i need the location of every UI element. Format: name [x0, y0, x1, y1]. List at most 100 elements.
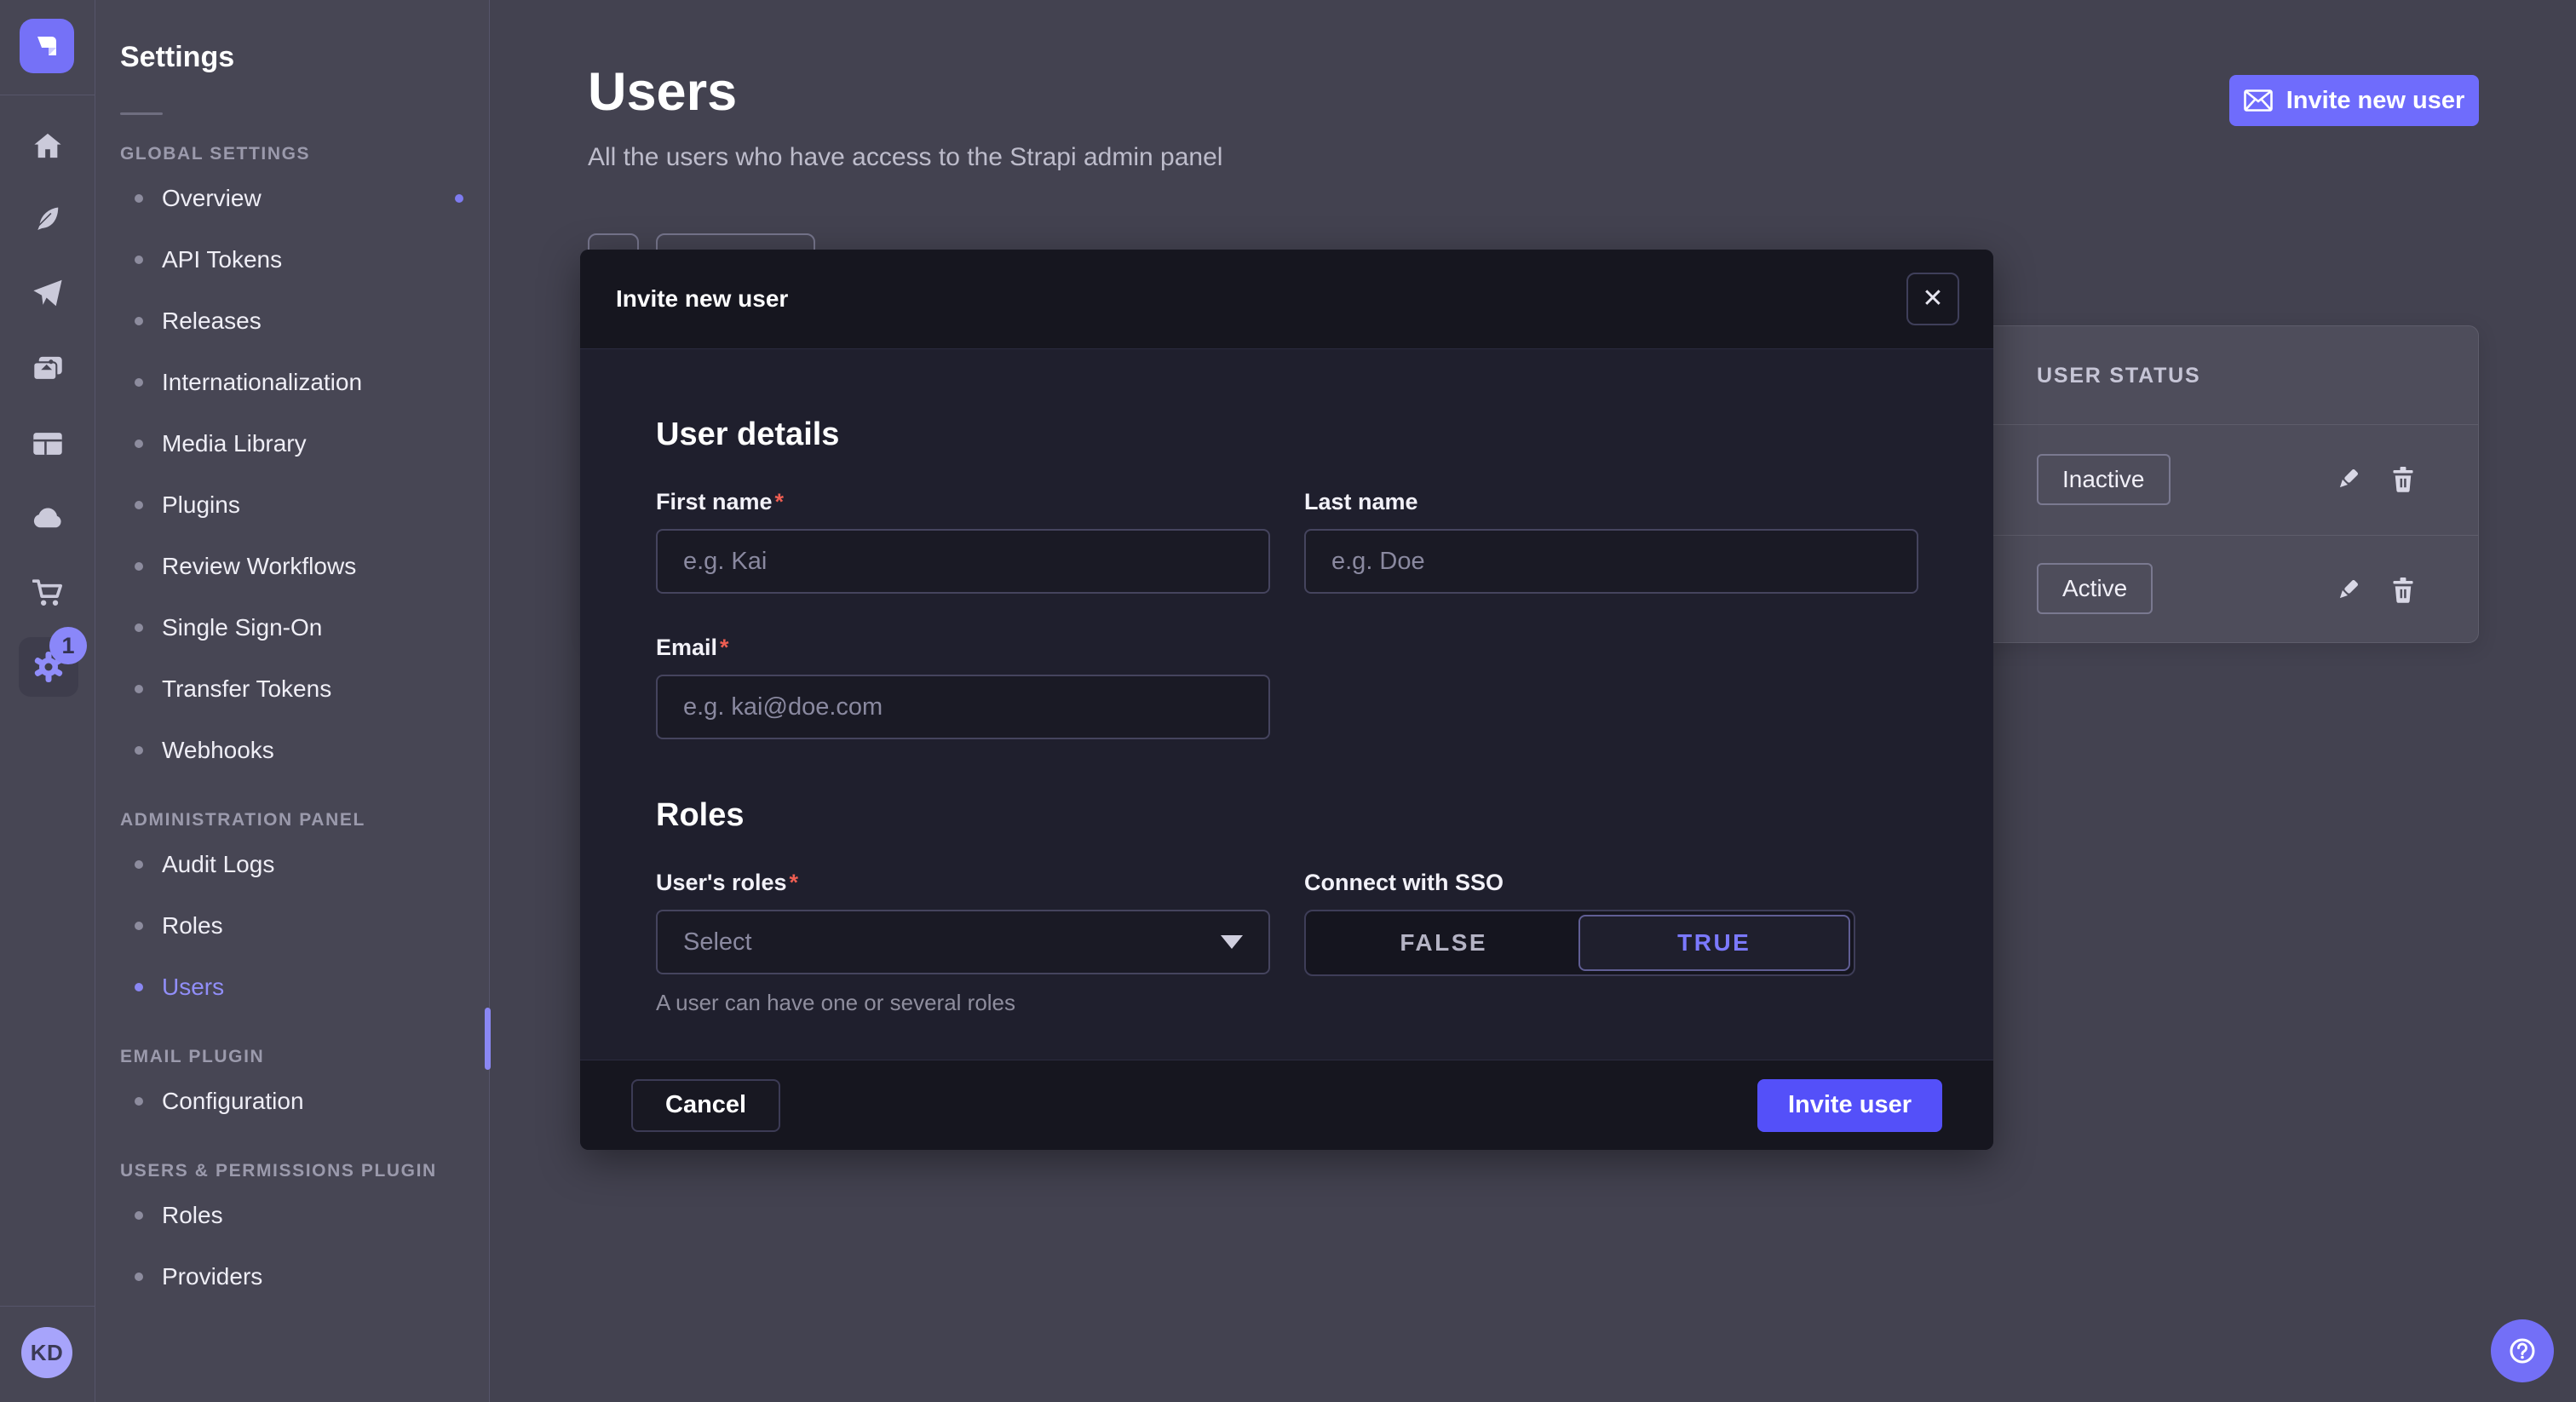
sidebar-item-admin-roles[interactable]: Roles: [95, 895, 489, 957]
bullet: [135, 922, 143, 930]
roles-select[interactable]: Select: [656, 910, 1270, 974]
sidebar-item-label: Webhooks: [162, 737, 274, 764]
home-icon: [33, 132, 62, 159]
sso-option-true[interactable]: TRUE: [1578, 915, 1851, 971]
sidebar-item-label: Overview: [162, 185, 262, 212]
delete-row-button[interactable]: [2384, 461, 2422, 498]
settings-notification-badge: 1: [49, 627, 87, 664]
edit-row-button[interactable]: [2329, 572, 2366, 609]
sidebar-item-up-roles[interactable]: Roles: [95, 1185, 489, 1246]
bullet: [135, 983, 143, 991]
strapi-admin-app: 1 KD Settings GLOBAL SETTINGS Overview A…: [0, 0, 2576, 1402]
pencil-icon: [2335, 577, 2360, 603]
user-avatar[interactable]: KD: [21, 1327, 72, 1378]
nav-home[interactable]: [0, 119, 95, 172]
sidebar-item-label: API Tokens: [162, 246, 282, 273]
nav-marketplace[interactable]: [0, 566, 95, 619]
sidebar-item-overview[interactable]: Overview: [95, 168, 489, 229]
sidebar-item-label: Releases: [162, 307, 262, 335]
section-label-global-settings: GLOBAL SETTINGS: [120, 144, 489, 166]
page-subtitle: All the users who have access to the Str…: [588, 143, 1222, 172]
required-marker: *: [790, 870, 799, 895]
column-header-user-status: USER STATUS: [2037, 364, 2201, 388]
modal-body: User details First name* Last name Email…: [580, 350, 1993, 1060]
delete-row-button[interactable]: [2384, 572, 2422, 609]
trash-icon: [2391, 467, 2415, 492]
email-field-group: Email*: [656, 635, 1270, 739]
nav-deploy[interactable]: [0, 267, 95, 319]
first-name-label: First name*: [656, 489, 1270, 515]
envelope-icon: [2244, 89, 2273, 112]
sso-label: Connect with SSO: [1304, 870, 1918, 896]
sidebar-item-releases[interactable]: Releases: [95, 290, 489, 352]
close-button[interactable]: ✕: [1906, 273, 1959, 325]
bullet: [135, 440, 143, 448]
sidebar-item-webhooks[interactable]: Webhooks: [95, 720, 489, 781]
notification-dot: [455, 194, 463, 203]
roles-label: User's roles*: [656, 870, 1270, 896]
sidebar-item-plugins[interactable]: Plugins: [95, 474, 489, 536]
roles-hint: A user can have one or several roles: [656, 990, 1270, 1016]
pencil-icon: [2335, 467, 2360, 492]
section-title-user-details: User details: [656, 417, 1918, 453]
trash-icon: [2391, 577, 2415, 603]
bullet: [135, 562, 143, 571]
edit-row-button[interactable]: [2329, 461, 2366, 498]
first-name-input[interactable]: [656, 529, 1270, 594]
required-marker: *: [720, 635, 729, 660]
sidebar-item-label: Providers: [162, 1263, 262, 1290]
sidebar-item-media-library[interactable]: Media Library: [95, 413, 489, 474]
sidebar-item-users[interactable]: Users: [95, 957, 489, 1018]
sidebar-item-internationalization[interactable]: Internationalization: [95, 352, 489, 413]
last-name-input[interactable]: [1304, 529, 1918, 594]
rail-divider-bottom: [0, 1306, 95, 1307]
nav-content-builder[interactable]: [0, 192, 95, 245]
bullet: [135, 860, 143, 869]
sidebar-item-transfer-tokens[interactable]: Transfer Tokens: [95, 658, 489, 720]
bullet: [135, 256, 143, 264]
help-icon: [2506, 1335, 2539, 1367]
close-icon: ✕: [1922, 286, 1943, 312]
invite-user-submit-button[interactable]: Invite user: [1757, 1079, 1942, 1132]
status-text: Inactive: [2062, 466, 2145, 493]
sidebar-item-configuration[interactable]: Configuration: [95, 1071, 489, 1132]
sso-option-false[interactable]: FALSE: [1309, 915, 1578, 971]
invite-new-user-label: Invite new user: [2286, 87, 2465, 115]
email-input[interactable]: [656, 675, 1270, 739]
roles-select-value: Select: [683, 928, 752, 957]
sidebar-item-label: Review Workflows: [162, 553, 356, 580]
cancel-button[interactable]: Cancel: [631, 1079, 780, 1132]
help-button[interactable]: [2491, 1319, 2554, 1382]
sidebar-item-review-workflows[interactable]: Review Workflows: [95, 536, 489, 597]
sidebar-item-label: Plugins: [162, 491, 240, 519]
settings-subnav: Settings GLOBAL SETTINGS Overview API To…: [95, 0, 490, 1402]
nav-media-library[interactable]: [0, 342, 95, 395]
invite-user-modal: Invite new user ✕ User details First nam…: [580, 250, 1993, 1150]
sidebar-item-audit-logs[interactable]: Audit Logs: [95, 834, 489, 895]
last-name-field-group: Last name: [1304, 489, 1918, 594]
bullet: [135, 317, 143, 325]
send-icon: [32, 279, 63, 307]
bullet: [135, 1211, 143, 1220]
section-title-roles: Roles: [656, 797, 1918, 834]
cart-icon: [32, 578, 63, 607]
sidebar-item-label: Single Sign-On: [162, 614, 322, 641]
sso-toggle: FALSE TRUE: [1304, 910, 1855, 976]
sidebar-item-api-tokens[interactable]: API Tokens: [95, 229, 489, 290]
nav-cloud[interactable]: [0, 492, 95, 545]
modal-header: Invite new user ✕: [580, 250, 1993, 349]
bullet: [135, 378, 143, 387]
nav-content-manager[interactable]: [0, 417, 95, 470]
invite-new-user-button[interactable]: Invite new user: [2229, 75, 2479, 126]
sidebar-item-label: Internationalization: [162, 369, 362, 396]
section-label-administration-panel: ADMINISTRATION PANEL: [120, 810, 489, 832]
cloud-icon: [32, 508, 63, 530]
strapi-logo[interactable]: [20, 19, 74, 73]
sidebar-item-providers[interactable]: Providers: [95, 1246, 489, 1307]
bullet: [135, 623, 143, 632]
status-badge: Active: [2037, 563, 2153, 614]
status-text: Active: [2062, 575, 2127, 602]
bullet: [135, 685, 143, 693]
media-icon: [32, 355, 63, 382]
sidebar-item-single-sign-on[interactable]: Single Sign-On: [95, 597, 489, 658]
